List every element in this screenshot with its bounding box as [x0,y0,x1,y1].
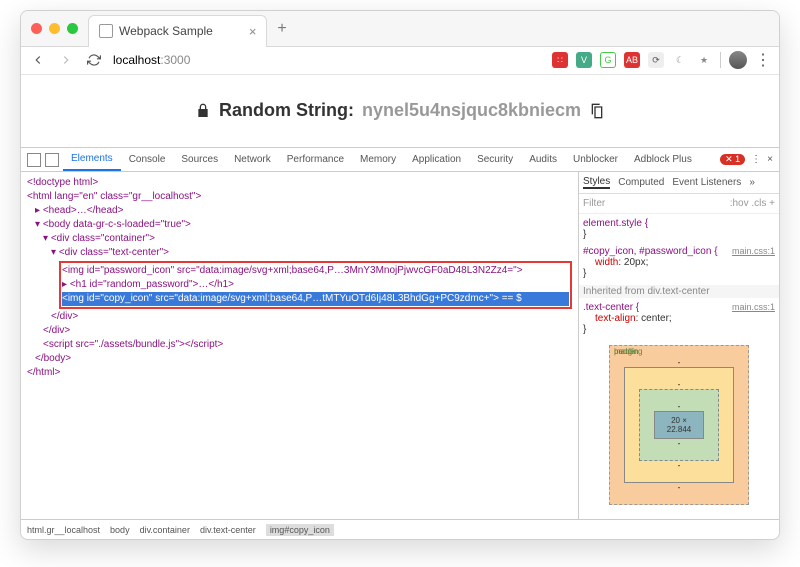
url-bar: localhost:3000 ∷ V G AB ⟳ ☾ ★ ⋮ [21,47,779,75]
tab-audits[interactable]: Audits [521,149,565,170]
styles-tab[interactable]: Styles [583,176,610,189]
tab-console[interactable]: Console [121,149,174,170]
rule-source[interactable]: main.css:1 [732,246,775,256]
dom-line[interactable]: ▾ <div class="text-center"> [51,246,572,260]
dom-line[interactable]: </div> [43,324,572,338]
dom-line-selected[interactable]: <img id="copy_icon" src="data:image/svg+… [62,292,569,306]
box-content: 20 × 22.844 [654,411,704,439]
tab-memory[interactable]: Memory [352,149,404,170]
close-window[interactable] [31,23,42,34]
favicon-icon [99,24,113,38]
ext-icon-5[interactable]: ⟳ [648,52,664,68]
profile-avatar[interactable] [729,51,747,69]
rule-close: } [583,229,775,240]
dom-line[interactable]: ▾ <body data-gr-c-s-loaded="true"> [35,218,572,232]
device-icon[interactable] [45,153,59,167]
dom-line[interactable]: ▾ <div class="container"> [43,232,572,246]
add-rule-icon[interactable]: + [769,198,775,209]
random-string-heading: Random String: nynel5u4nsjquc8kbniecm [195,100,605,121]
dom-line[interactable]: ▸ <h1 id="random_password">…</h1> [62,278,569,292]
rule-close: } [583,324,775,335]
heading-value: nynel5u4nsjquc8kbniecm [362,100,581,121]
dom-line[interactable]: </html> [27,366,572,380]
crumb[interactable]: html.gr__localhost [27,525,100,535]
cls-toggle[interactable]: .cls [751,198,766,209]
url-port: :3000 [160,53,190,67]
computed-tab[interactable]: Computed [618,177,664,188]
devtools-menu-icon[interactable]: ⋮ [751,154,761,165]
listeners-tab[interactable]: Event Listeners [672,177,741,188]
address-bar[interactable]: localhost:3000 [113,53,363,67]
minimize-window[interactable] [49,23,60,34]
filter-input[interactable]: Filter [583,198,605,209]
reload-button[interactable] [85,51,103,69]
dom-line[interactable]: </body> [35,352,572,366]
back-button[interactable] [29,51,47,69]
tab-sources[interactable]: Sources [173,149,226,170]
extension-icons: ∷ V G AB ⟳ ☾ ★ ⋮ [552,50,771,70]
hov-toggle[interactable]: :hov [730,198,749,209]
css-prop[interactable]: width [595,257,618,268]
ext-icon-3[interactable]: G [600,52,616,68]
moon-icon[interactable]: ☾ [672,52,688,68]
crumb[interactable]: body [110,525,130,535]
lock-icon [195,103,211,119]
highlighted-block: <img id="password_icon" src="data:image/… [59,261,572,309]
tab-network[interactable]: Network [226,149,279,170]
dom-breadcrumb[interactable]: html.gr__localhost body div.container di… [21,519,779,539]
box-model[interactable]: margin- border- padding- 20 × 22.844- - … [609,345,749,505]
ext-icon-1[interactable]: ∷ [552,52,568,68]
tab-application[interactable]: Application [404,149,469,170]
forward-button[interactable] [57,51,75,69]
inspect-icon[interactable] [27,153,41,167]
maximize-window[interactable] [67,23,78,34]
heading-label: Random String: [219,100,354,121]
more-tabs-icon[interactable]: » [749,177,755,188]
devtools-tabs: Elements Console Sources Network Perform… [21,148,779,172]
titlebar: Webpack Sample × + [21,11,779,47]
crumb[interactable]: img#copy_icon [266,524,334,536]
dom-line[interactable]: <html lang="en" class="gr__localhost"> [27,190,572,204]
dom-line[interactable]: </div> [51,310,572,324]
rule-close: } [583,268,775,279]
ext-icon-2[interactable]: V [576,52,592,68]
inherited-label: Inherited from div.text-center [579,285,779,298]
style-rules[interactable]: element.style { } main.css:1 #copy_icon,… [579,214,779,519]
browser-tab[interactable]: Webpack Sample × [88,15,267,47]
adblock-icon[interactable]: AB [624,52,640,68]
crumb[interactable]: div.text-center [200,525,256,535]
divider [720,52,721,68]
tab-title: Webpack Sample [119,24,213,38]
new-tab-button[interactable]: + [277,20,286,38]
css-prop[interactable]: text-align [595,313,636,324]
rule-source[interactable]: main.css:1 [732,302,775,312]
dom-line[interactable]: <img id="password_icon" src="data:image/… [62,264,569,278]
dom-panel[interactable]: <!doctype html> <html lang="en" class="g… [21,172,579,519]
star-icon[interactable]: ★ [696,52,712,68]
tab-adblock[interactable]: Adblock Plus [626,149,700,170]
dom-line[interactable]: <script src="./assets/bundle.js"></scrip… [43,338,572,352]
url-host: localhost [113,53,160,67]
dom-line[interactable]: <!doctype html> [27,176,572,190]
menu-icon[interactable]: ⋮ [755,50,771,70]
crumb[interactable]: div.container [140,525,190,535]
close-tab-icon[interactable]: × [249,24,257,39]
tab-elements[interactable]: Elements [63,148,121,171]
styles-panel: Styles Computed Event Listeners » Filter… [579,172,779,519]
devtools-close-icon[interactable]: × [767,154,773,165]
tab-performance[interactable]: Performance [279,149,352,170]
page-content: Random String: nynel5u4nsjquc8kbniecm [21,75,779,147]
copy-icon[interactable] [589,103,605,119]
rule-selector[interactable]: element.style { [583,218,775,229]
devtools: Elements Console Sources Network Perform… [21,147,779,539]
error-badge[interactable]: ✕ 1 [720,154,745,165]
window-controls [31,23,78,34]
tab-security[interactable]: Security [469,149,521,170]
dom-line[interactable]: ▸ <head>…</head> [35,204,572,218]
tab-unblocker[interactable]: Unblocker [565,149,626,170]
